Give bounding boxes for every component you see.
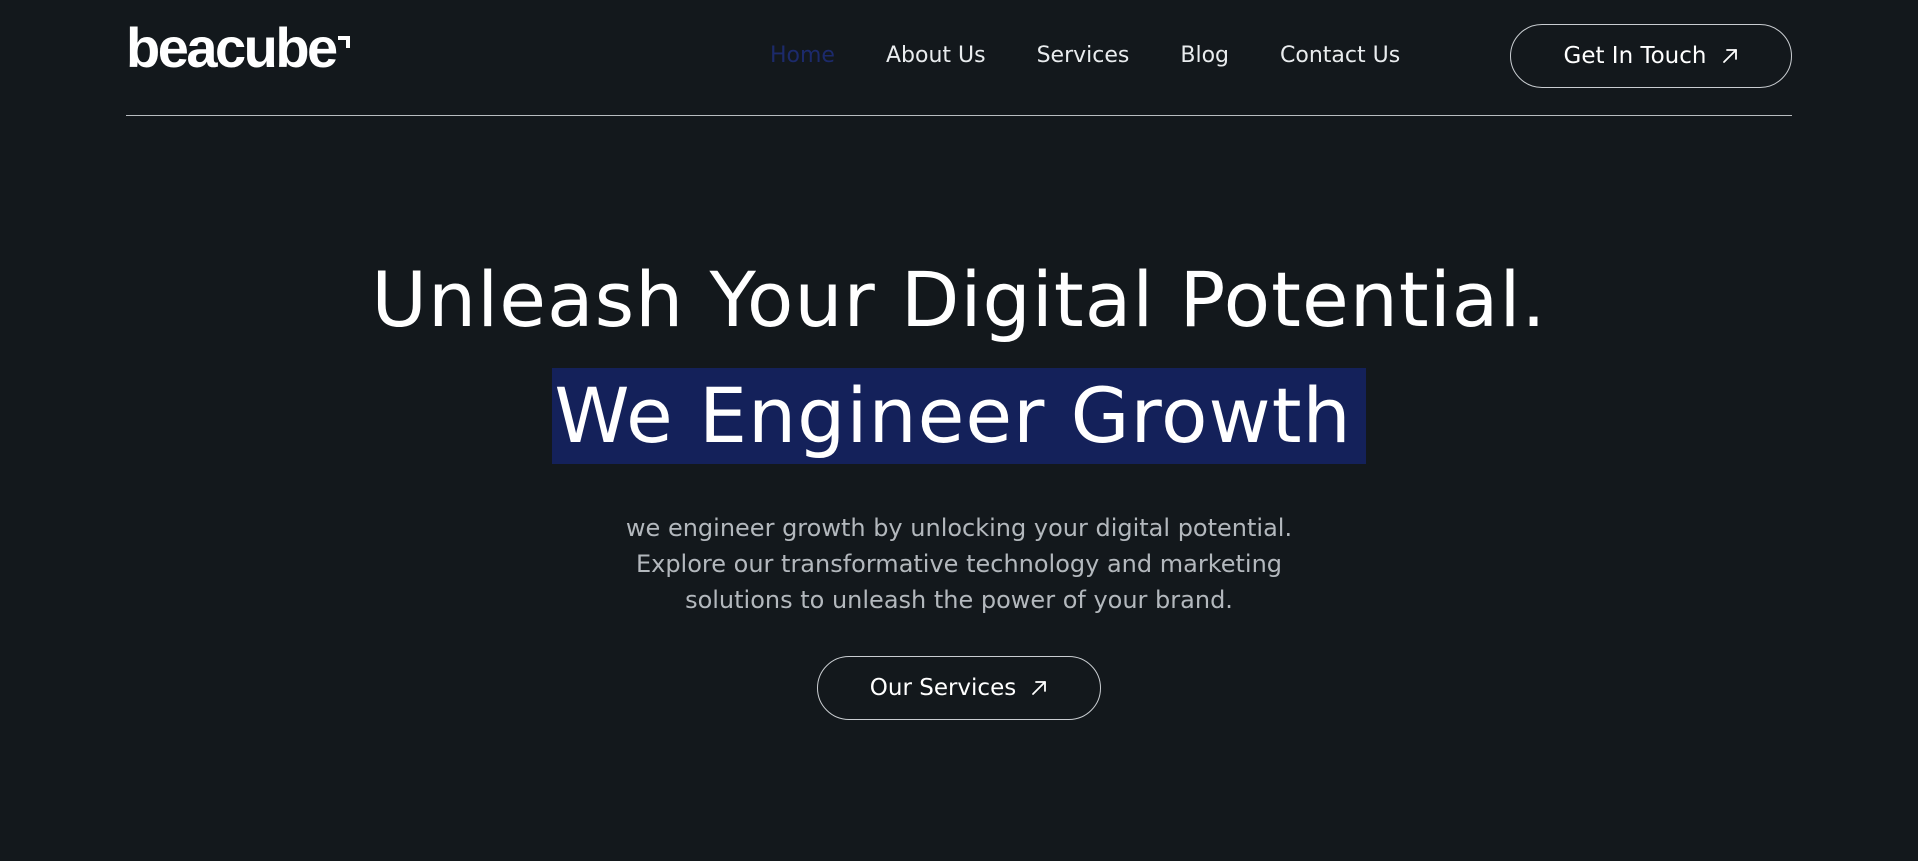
our-services-button[interactable]: Our Services [817,656,1101,720]
nav-item-contact-us[interactable]: Contact Us [1280,36,1400,76]
hero-title: Unleash Your Digital Potential. [371,255,1547,344]
nav-item-about-us[interactable]: About Us [886,36,986,76]
hero-description-line: Explore our transformative technology an… [635,550,1283,578]
logo-corner-mark [337,36,350,48]
main-nav: Home About Us Services Blog Contact Us [770,36,1400,76]
arrow-up-right-icon [1722,49,1737,63]
site-header: beacube Home About Us Services Blog Cont… [126,0,1792,116]
hero-description-line: solutions to unleash the power of your b… [685,586,1233,614]
our-services-label: Our Services [869,675,1017,701]
hero-highlight-text: We Engineer Growth [552,368,1366,464]
arrow-up-right-icon [1032,681,1047,695]
logo[interactable]: beacube [126,20,350,80]
hero-highlight-row: We Engineer Growth [0,368,1918,464]
nav-item-home[interactable]: Home [770,36,835,76]
get-in-touch-button[interactable]: Get In Touch [1510,24,1792,88]
nav-item-blog[interactable]: Blog [1180,36,1229,76]
nav-item-services[interactable]: Services [1037,36,1130,76]
get-in-touch-label: Get In Touch [1563,43,1707,69]
logo-text: beacube [126,16,338,79]
page: beacube Home About Us Services Blog Cont… [0,0,1918,861]
hero-description: we engineer growth by unlocking your dig… [559,510,1359,618]
hero-description-line: we engineer growth by unlocking your dig… [625,514,1293,542]
